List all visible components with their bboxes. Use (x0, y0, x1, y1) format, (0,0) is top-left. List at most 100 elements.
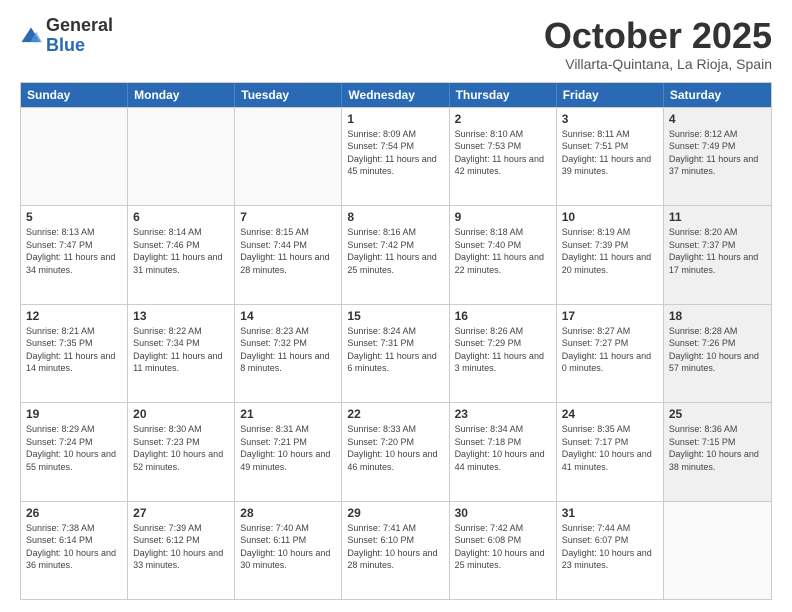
month-title: October 2025 (544, 16, 772, 56)
day-info: Sunrise: 8:35 AM Sunset: 7:17 PM Dayligh… (562, 423, 658, 473)
calendar-cell (235, 108, 342, 205)
header: General Blue October 2025 Villarta-Quint… (20, 16, 772, 72)
day-number: 26 (26, 506, 122, 520)
logo-text: General Blue (46, 16, 113, 56)
calendar-cell: 21 Sunrise: 8:31 AM Sunset: 7:21 PM Dayli… (235, 403, 342, 500)
calendar-cell: 4 Sunrise: 8:12 AM Sunset: 7:49 PM Daylig… (664, 108, 771, 205)
calendar-row-3: 19 Sunrise: 8:29 AM Sunset: 7:24 PM Dayli… (21, 402, 771, 500)
day-info: Sunrise: 8:19 AM Sunset: 7:39 PM Dayligh… (562, 226, 658, 276)
calendar-row-1: 5Sunrise: 8:13 AM Sunset: 7:47 PM Daylig… (21, 205, 771, 303)
page: General Blue October 2025 Villarta-Quint… (0, 0, 792, 612)
day-number: 11 (669, 210, 766, 224)
calendar-cell: 27 Sunrise: 7:39 AM Sunset: 6:12 PM Dayli… (128, 502, 235, 599)
day-number: 30 (455, 506, 551, 520)
day-info: Sunrise: 8:18 AM Sunset: 7:40 PM Dayligh… (455, 226, 551, 276)
day-info: Sunrise: 7:39 AM Sunset: 6:12 PM Dayligh… (133, 522, 229, 572)
day-number: 2 (455, 112, 551, 126)
header-day-friday: Friday (557, 83, 664, 107)
calendar-cell: 11 Sunrise: 8:20 AM Sunset: 7:37 PM Dayli… (664, 206, 771, 303)
calendar-cell: 8Sunrise: 8:16 AM Sunset: 7:42 PM Daylig… (342, 206, 449, 303)
calendar-cell: 23 Sunrise: 8:34 AM Sunset: 7:18 PM Dayli… (450, 403, 557, 500)
day-number: 1 (347, 112, 443, 126)
day-number: 10 (562, 210, 658, 224)
day-number: 29 (347, 506, 443, 520)
calendar-cell: 7Sunrise: 8:15 AM Sunset: 7:44 PM Daylig… (235, 206, 342, 303)
calendar-cell: 31 Sunrise: 7:44 AM Sunset: 6:07 PM Dayli… (557, 502, 664, 599)
day-number: 22 (347, 407, 443, 421)
logo-blue: Blue (46, 36, 113, 56)
day-number: 24 (562, 407, 658, 421)
day-number: 27 (133, 506, 229, 520)
calendar-cell: 9 Sunrise: 8:18 AM Sunset: 7:40 PM Daylig… (450, 206, 557, 303)
day-info: Sunrise: 8:09 AM Sunset: 7:54 PM Dayligh… (347, 128, 443, 178)
day-number: 28 (240, 506, 336, 520)
day-number: 13 (133, 309, 229, 323)
calendar-cell: 1 Sunrise: 8:09 AM Sunset: 7:54 PM Daylig… (342, 108, 449, 205)
header-day-thursday: Thursday (450, 83, 557, 107)
day-info: Sunrise: 8:28 AM Sunset: 7:26 PM Dayligh… (669, 325, 766, 375)
title-block: October 2025 Villarta-Quintana, La Rioja… (544, 16, 772, 72)
calendar-cell: 13Sunrise: 8:22 AM Sunset: 7:34 PM Dayli… (128, 305, 235, 402)
day-info: Sunrise: 7:44 AM Sunset: 6:07 PM Dayligh… (562, 522, 658, 572)
day-info: Sunrise: 7:41 AM Sunset: 6:10 PM Dayligh… (347, 522, 443, 572)
calendar-cell: 16Sunrise: 8:26 AM Sunset: 7:29 PM Dayli… (450, 305, 557, 402)
calendar-cell: 10 Sunrise: 8:19 AM Sunset: 7:39 PM Dayli… (557, 206, 664, 303)
day-number: 20 (133, 407, 229, 421)
calendar-cell (21, 108, 128, 205)
day-number: 18 (669, 309, 766, 323)
calendar-cell: 2 Sunrise: 8:10 AM Sunset: 7:53 PM Daylig… (450, 108, 557, 205)
day-number: 25 (669, 407, 766, 421)
calendar-cell (664, 502, 771, 599)
day-info: Sunrise: 8:16 AM Sunset: 7:42 PM Dayligh… (347, 226, 443, 276)
location-subtitle: Villarta-Quintana, La Rioja, Spain (544, 56, 772, 72)
day-info: Sunrise: 8:14 AM Sunset: 7:46 PM Dayligh… (133, 226, 229, 276)
calendar-cell: 5Sunrise: 8:13 AM Sunset: 7:47 PM Daylig… (21, 206, 128, 303)
day-number: 14 (240, 309, 336, 323)
header-day-tuesday: Tuesday (235, 83, 342, 107)
day-number: 15 (347, 309, 443, 323)
day-info: Sunrise: 8:33 AM Sunset: 7:20 PM Dayligh… (347, 423, 443, 473)
day-info: Sunrise: 8:12 AM Sunset: 7:49 PM Dayligh… (669, 128, 766, 178)
day-number: 21 (240, 407, 336, 421)
day-info: Sunrise: 8:31 AM Sunset: 7:21 PM Dayligh… (240, 423, 336, 473)
calendar-cell (128, 108, 235, 205)
header-day-wednesday: Wednesday (342, 83, 449, 107)
day-number: 23 (455, 407, 551, 421)
day-info: Sunrise: 8:27 AM Sunset: 7:27 PM Dayligh… (562, 325, 658, 375)
header-day-monday: Monday (128, 83, 235, 107)
calendar-cell: 20 Sunrise: 8:30 AM Sunset: 7:23 PM Dayli… (128, 403, 235, 500)
day-info: Sunrise: 8:13 AM Sunset: 7:47 PM Dayligh… (26, 226, 122, 276)
day-number: 4 (669, 112, 766, 126)
day-info: Sunrise: 7:42 AM Sunset: 6:08 PM Dayligh… (455, 522, 551, 572)
calendar-cell: 26 Sunrise: 7:38 AM Sunset: 6:14 PM Dayli… (21, 502, 128, 599)
calendar-cell: 30 Sunrise: 7:42 AM Sunset: 6:08 PM Dayli… (450, 502, 557, 599)
day-number: 31 (562, 506, 658, 520)
day-info: Sunrise: 7:38 AM Sunset: 6:14 PM Dayligh… (26, 522, 122, 572)
day-info: Sunrise: 8:11 AM Sunset: 7:51 PM Dayligh… (562, 128, 658, 178)
calendar-cell: 17 Sunrise: 8:27 AM Sunset: 7:27 PM Dayli… (557, 305, 664, 402)
calendar-cell: 29 Sunrise: 7:41 AM Sunset: 6:10 PM Dayli… (342, 502, 449, 599)
day-info: Sunrise: 7:40 AM Sunset: 6:11 PM Dayligh… (240, 522, 336, 572)
calendar-cell: 15 Sunrise: 8:24 AM Sunset: 7:31 PM Dayli… (342, 305, 449, 402)
calendar-body: 1 Sunrise: 8:09 AM Sunset: 7:54 PM Daylig… (21, 107, 771, 599)
calendar-header: SundayMondayTuesdayWednesdayThursdayFrid… (21, 83, 771, 107)
calendar: SundayMondayTuesdayWednesdayThursdayFrid… (20, 82, 772, 600)
day-number: 9 (455, 210, 551, 224)
header-day-saturday: Saturday (664, 83, 771, 107)
day-info: Sunrise: 8:30 AM Sunset: 7:23 PM Dayligh… (133, 423, 229, 473)
logo-icon (20, 26, 42, 48)
day-info: Sunrise: 8:15 AM Sunset: 7:44 PM Dayligh… (240, 226, 336, 276)
day-info: Sunrise: 8:20 AM Sunset: 7:37 PM Dayligh… (669, 226, 766, 276)
logo: General Blue (20, 16, 113, 56)
day-info: Sunrise: 8:24 AM Sunset: 7:31 PM Dayligh… (347, 325, 443, 375)
day-info: Sunrise: 8:34 AM Sunset: 7:18 PM Dayligh… (455, 423, 551, 473)
day-info: Sunrise: 8:29 AM Sunset: 7:24 PM Dayligh… (26, 423, 122, 473)
day-number: 16 (455, 309, 551, 323)
calendar-cell: 25Sunrise: 8:36 AM Sunset: 7:15 PM Dayli… (664, 403, 771, 500)
calendar-cell: 14Sunrise: 8:23 AM Sunset: 7:32 PM Dayli… (235, 305, 342, 402)
day-number: 17 (562, 309, 658, 323)
day-number: 19 (26, 407, 122, 421)
calendar-cell: 22 Sunrise: 8:33 AM Sunset: 7:20 PM Dayli… (342, 403, 449, 500)
calendar-cell: 3Sunrise: 8:11 AM Sunset: 7:51 PM Daylig… (557, 108, 664, 205)
day-info: Sunrise: 8:10 AM Sunset: 7:53 PM Dayligh… (455, 128, 551, 178)
